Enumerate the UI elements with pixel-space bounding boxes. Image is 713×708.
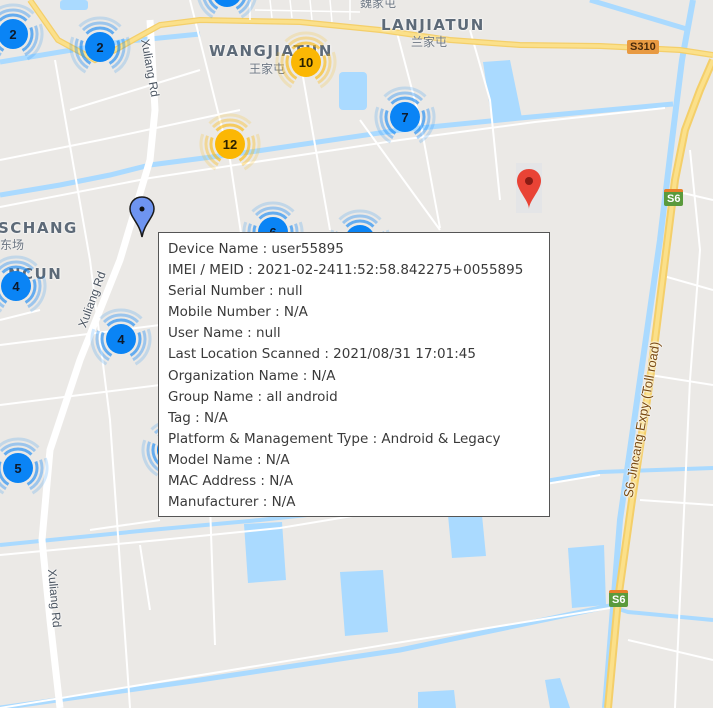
pond [448, 515, 486, 558]
place-label-schang: SCHANG [0, 219, 78, 237]
map-pin-icon [516, 163, 542, 213]
device-cluster-marker[interactable]: 10 [274, 30, 338, 94]
info-mobile-number: Mobile Number : N/A [168, 304, 308, 321]
info-group-name: Group Name : all android [168, 388, 338, 405]
info-tag: Tag : N/A [168, 409, 228, 426]
selected-device-pin[interactable] [129, 196, 155, 238]
device-cluster-marker[interactable]: 7 [373, 85, 437, 149]
pond [483, 60, 522, 122]
device-cluster-marker[interactable]: 4 [0, 254, 48, 318]
device-cluster-marker[interactable]: 5 [0, 436, 50, 500]
place-label-lanjiatun-native: 兰家屯 [411, 35, 448, 49]
device-cluster-marker[interactable]: 2 [0, 2, 45, 66]
pond [568, 545, 606, 608]
place-label-schang-native: 东场 [0, 238, 25, 252]
location-pin-red[interactable] [516, 163, 542, 213]
pond [418, 690, 456, 708]
highway-shield-s6: S6 [664, 189, 684, 206]
highway-shield-s310: S310 [627, 40, 659, 54]
info-last-location-scanned: Last Location Scanned : 2021/08/31 17:01… [168, 346, 476, 363]
info-mac-address: MAC Address : N/A [168, 473, 294, 490]
info-model-name: Model Name : N/A [168, 451, 290, 468]
pond [340, 570, 388, 636]
info-organization-name: Organization Name : N/A [168, 367, 336, 384]
map-pin-icon [129, 196, 155, 238]
pond [545, 678, 570, 708]
device-cluster-marker[interactable]: 4 [89, 307, 153, 371]
info-serial-number: Serial Number : null [168, 283, 303, 300]
place-label-native: 魏家屯 [360, 0, 397, 10]
device-cluster-marker[interactable]: 2 [68, 15, 132, 79]
device-cluster-marker[interactable] [195, 0, 259, 24]
info-user-name: User Name : null [168, 325, 281, 342]
device-cluster-marker[interactable]: 12 [198, 112, 262, 176]
info-device-name: Device Name : user55895 [168, 241, 344, 257]
place-label-lanjiatun: LANJIATUN [381, 16, 485, 34]
info-imei: IMEI / MEID : 2021-02-2411:52:58.842275+… [168, 262, 524, 279]
highway-shield-s6: S6 [609, 590, 629, 607]
info-platform-management-type: Platform & Management Type : Android & L… [168, 430, 501, 447]
info-manufacturer: Manufacturer : N/A [168, 494, 296, 511]
device-info-window: Device Name : user55895 IMEI / MEID : 20… [158, 232, 550, 517]
